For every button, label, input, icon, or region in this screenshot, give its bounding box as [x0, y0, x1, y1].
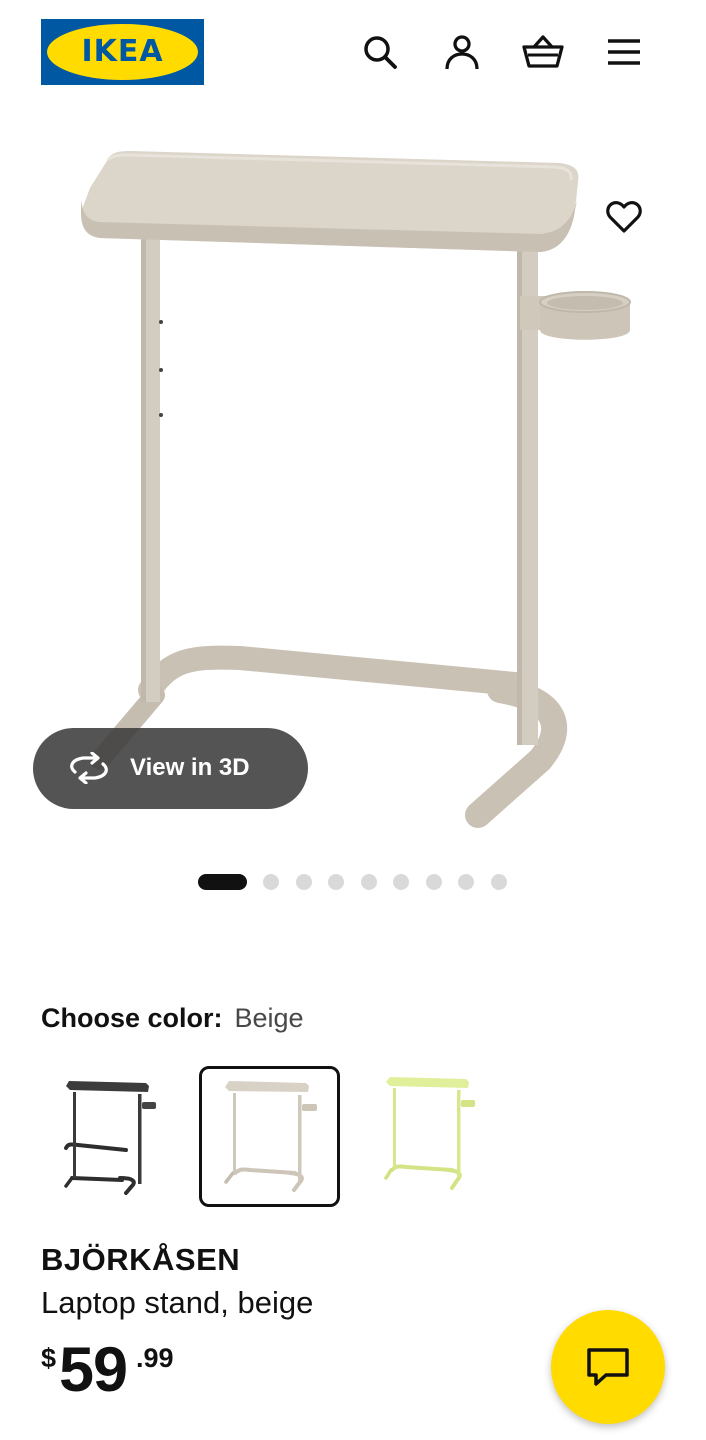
- ikea-logo[interactable]: IKEA: [41, 19, 204, 85]
- price-currency: $: [41, 1343, 57, 1373]
- carousel-dot[interactable]: [361, 874, 377, 890]
- carousel-dot[interactable]: [491, 874, 507, 890]
- logo-oval: IKEA: [47, 24, 198, 80]
- carousel-dot-active[interactable]: [198, 874, 247, 890]
- carousel-dot[interactable]: [328, 874, 344, 890]
- color-swatch-light-green[interactable]: [360, 1066, 501, 1207]
- search-icon[interactable]: [358, 30, 402, 74]
- chat-bubble-icon: [587, 1348, 629, 1386]
- header: IKEA: [0, 0, 706, 104]
- favorite-heart-icon[interactable]: [600, 194, 648, 240]
- chat-button[interactable]: [551, 1310, 665, 1424]
- logo-text: IKEA: [81, 34, 164, 69]
- color-chooser-header: Choose color: Beige: [41, 1000, 304, 1036]
- carousel-dot[interactable]: [296, 874, 312, 890]
- color-swatch-beige[interactable]: [199, 1066, 340, 1207]
- cart-icon[interactable]: [521, 30, 565, 74]
- rotate-3d-icon: [70, 752, 108, 784]
- price-decimal: .99: [136, 1343, 174, 1373]
- product-description: Laptop stand, beige: [41, 1285, 314, 1320]
- choose-color-label: Choose color:: [41, 1003, 223, 1033]
- account-icon[interactable]: [440, 30, 484, 74]
- color-swatch-black[interactable]: [38, 1066, 179, 1207]
- carousel-dot[interactable]: [263, 874, 279, 890]
- selected-color-value: Beige: [234, 1003, 304, 1033]
- carousel-dot[interactable]: [458, 874, 474, 890]
- carousel-pagination: [0, 872, 706, 892]
- view-in-3d-button[interactable]: View in 3D: [33, 728, 308, 809]
- menu-icon[interactable]: [602, 30, 646, 74]
- product-name: BJÖRKÅSEN: [41, 1242, 241, 1277]
- view-in-3d-label: View in 3D: [130, 754, 250, 781]
- carousel-dot[interactable]: [393, 874, 409, 890]
- price-integer: 59: [59, 1335, 128, 1405]
- carousel-dot[interactable]: [426, 874, 442, 890]
